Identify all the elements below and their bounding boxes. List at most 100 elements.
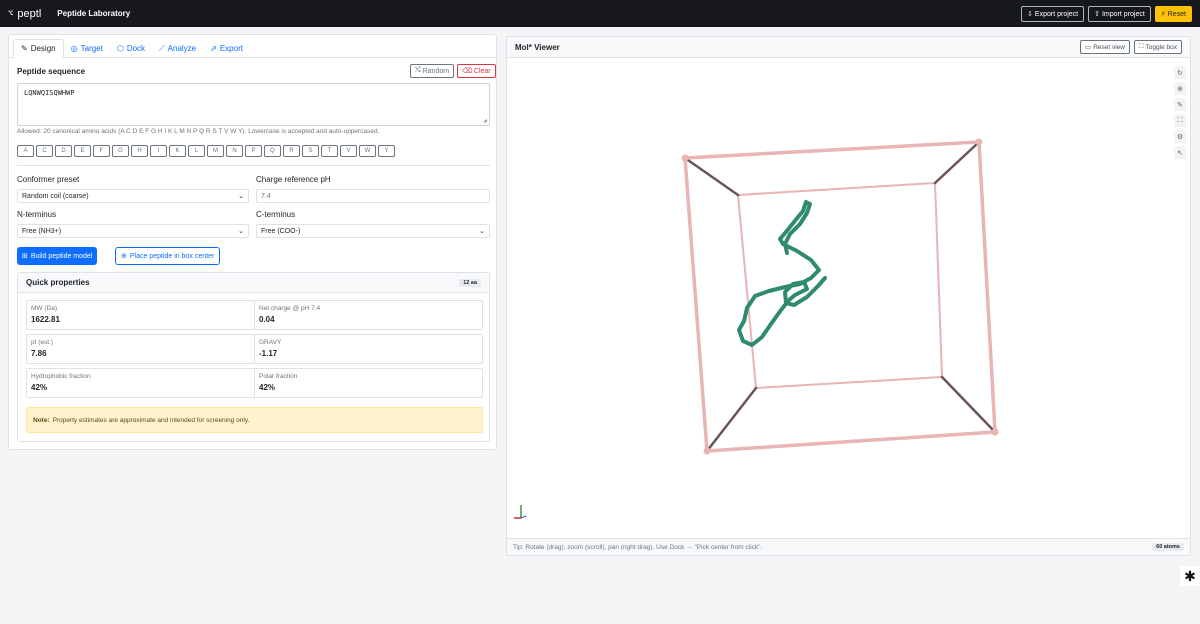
molecule-canvas[interactable]: ↻ ⊕ ✎ ⛶ ⚙ ↖ xyxy=(507,58,1190,539)
box-edge xyxy=(755,376,943,389)
chevron-down-icon: ⌄ xyxy=(479,228,485,235)
box-edge xyxy=(683,140,981,160)
box-icon: ⛶ xyxy=(1138,43,1144,50)
expand-icon[interactable]: ⊕ xyxy=(1174,82,1186,95)
box-edge xyxy=(977,140,997,434)
metric-mw: MW (Da) 1622.81 xyxy=(26,300,255,330)
tab-design[interactable]: ✎ Design xyxy=(13,39,64,58)
app-title: Peptide Laboratory xyxy=(57,9,131,18)
settings-icon[interactable]: ⚙ xyxy=(1174,130,1186,143)
cube-icon: ⬡ xyxy=(116,44,124,53)
pencil-icon: ✎ xyxy=(21,44,28,53)
viewer-title: Mol* Viewer xyxy=(515,42,560,52)
amino-acid-button[interactable]: F xyxy=(93,145,110,157)
amino-acid-button[interactable]: K xyxy=(169,145,186,157)
allowed-hint: Allowed: 20 canonical amino acids (A C D… xyxy=(17,128,380,135)
tab-analyze[interactable]: ⟋ Analyze xyxy=(152,39,203,58)
viewer-footer: Tip: Rotate (drag), zoom (scroll), pan (… xyxy=(507,538,1190,555)
tab-dock[interactable]: ⬡ Dock xyxy=(110,39,152,58)
cterm-select[interactable]: Free (COO-) ⌄ xyxy=(256,224,490,238)
amino-acid-button[interactable]: E xyxy=(74,145,91,157)
chevron-down-icon: ⌄ xyxy=(238,193,244,200)
amino-acid-button[interactable]: C xyxy=(36,145,53,157)
amino-acid-button[interactable]: G xyxy=(112,145,129,157)
shuffle-icon: ⤭ xyxy=(415,67,421,74)
chevron-down-icon: ⌄ xyxy=(238,228,244,235)
download-icon: ⇩ xyxy=(1027,11,1033,18)
metric-gravy: GRAVY -1.17 xyxy=(254,334,483,364)
crosshair-icon: ⊕ xyxy=(121,253,127,260)
export-project-button[interactable]: ⇩ Export project xyxy=(1021,6,1085,22)
amino-acid-button[interactable]: L xyxy=(188,145,205,157)
assistant-icon[interactable]: ✱ xyxy=(1180,566,1200,586)
clear-button[interactable]: ⌫ Clear xyxy=(457,64,496,78)
screenshot-icon[interactable]: ⛶ xyxy=(1174,114,1186,127)
brand[interactable]: ⌥ peptl Peptide Laboratory xyxy=(8,8,130,20)
tab-export[interactable]: ⇗ Export xyxy=(203,39,250,58)
metric-polar: Polar fraction 42% xyxy=(254,368,483,398)
axes-indicator xyxy=(514,505,527,519)
amino-acid-buttons: ACDEFGHIKLMNPQRSTVWY xyxy=(17,145,395,157)
metric-net-charge: Net charge @ pH 7.4 0.04 xyxy=(254,300,483,330)
export-icon: ⇗ xyxy=(210,44,217,53)
amino-acid-button[interactable]: H xyxy=(131,145,148,157)
amino-acid-button[interactable]: W xyxy=(359,145,376,157)
atoms-badge: 60 atoms xyxy=(1152,543,1184,551)
box-edge xyxy=(683,156,740,197)
box-edge xyxy=(683,156,709,453)
random-button[interactable]: ⤭ Random xyxy=(410,64,455,78)
sequence-title: Peptide sequence xyxy=(17,67,86,76)
amino-acid-button[interactable]: A xyxy=(17,145,34,157)
viewer-tip: Tip: Rotate (drag), zoom (scroll), pan (… xyxy=(513,543,763,551)
cterm-label: C-terminus xyxy=(256,210,296,219)
nterm-select[interactable]: Free (NH3+) ⌄ xyxy=(17,224,249,238)
nterm-label: N-terminus xyxy=(17,210,57,219)
amino-acid-button[interactable]: P xyxy=(245,145,262,157)
metric-pi: pI (est.) 7.86 xyxy=(26,334,255,364)
amino-acid-button[interactable]: R xyxy=(283,145,300,157)
amino-acid-button[interactable]: Y xyxy=(378,145,395,157)
sequence-input[interactable]: LQNWQISQWHWP ◢ xyxy=(17,83,490,126)
metric-hydrophobic: Hydrophobic fraction 42% xyxy=(26,368,255,398)
box-edge xyxy=(737,182,936,196)
build-model-button[interactable]: ⊞ Build peptide model xyxy=(17,247,98,265)
amino-acid-button[interactable]: Q xyxy=(264,145,281,157)
conformer-label: Conformer preset xyxy=(17,175,80,184)
ph-input[interactable]: 7.4 xyxy=(256,189,490,203)
amino-acid-button[interactable]: M xyxy=(207,145,224,157)
conformer-select[interactable]: Random coil (coarse) ⌄ xyxy=(17,189,249,203)
reset-icon: ▭ xyxy=(1085,44,1092,51)
top-bar: ⌥ peptl Peptide Laboratory ⇩ Export proje… xyxy=(0,0,1200,27)
box-edge xyxy=(934,182,943,378)
amino-acid-button[interactable]: D xyxy=(55,145,72,157)
box-vertex xyxy=(703,447,711,455)
bolt-icon: ⚡ xyxy=(1160,11,1166,18)
box-edge xyxy=(940,375,997,434)
peptide-chain xyxy=(737,200,827,347)
box-edge xyxy=(933,140,981,185)
length-badge: 12 aa xyxy=(459,278,481,287)
brand-logo-icon: ⌥ xyxy=(8,8,14,19)
toggle-box-button[interactable]: ⛶ Toggle box xyxy=(1133,40,1182,54)
box-vertex xyxy=(975,138,983,146)
box-vertex xyxy=(991,428,999,436)
viewer-panel: Mol* Viewer ▭ Reset view ⛶ Toggle box ↻ ⊕ … xyxy=(506,36,1191,556)
amino-acid-button[interactable]: S xyxy=(302,145,319,157)
import-project-button[interactable]: ⇧ Import project xyxy=(1088,6,1151,22)
eraser-icon: ⌫ xyxy=(462,68,472,75)
pointer-icon[interactable]: ↖ xyxy=(1174,146,1186,159)
reset-view-button[interactable]: ▭ Reset view xyxy=(1080,40,1130,54)
reset-button[interactable]: ⚡ Reset xyxy=(1154,6,1192,22)
ph-label: Charge reference pH xyxy=(256,175,331,184)
molecule-scene xyxy=(514,138,999,519)
amino-acid-button[interactable]: V xyxy=(340,145,357,157)
tab-bar: ✎ Design ◎ Target ⬡ Dock ⟋ Analyze ⇗ Export xyxy=(9,35,496,58)
place-center-button[interactable]: ⊕ Place peptide in box center xyxy=(115,247,221,265)
refresh-icon[interactable]: ↻ xyxy=(1174,66,1186,79)
amino-acid-button[interactable]: T xyxy=(321,145,338,157)
amino-acid-button[interactable]: N xyxy=(226,145,243,157)
wrench-icon[interactable]: ✎ xyxy=(1174,98,1186,111)
amino-acid-button[interactable]: I xyxy=(150,145,167,157)
resize-handle-icon[interactable]: ◢ xyxy=(483,117,487,124)
tab-target[interactable]: ◎ Target xyxy=(64,39,110,58)
